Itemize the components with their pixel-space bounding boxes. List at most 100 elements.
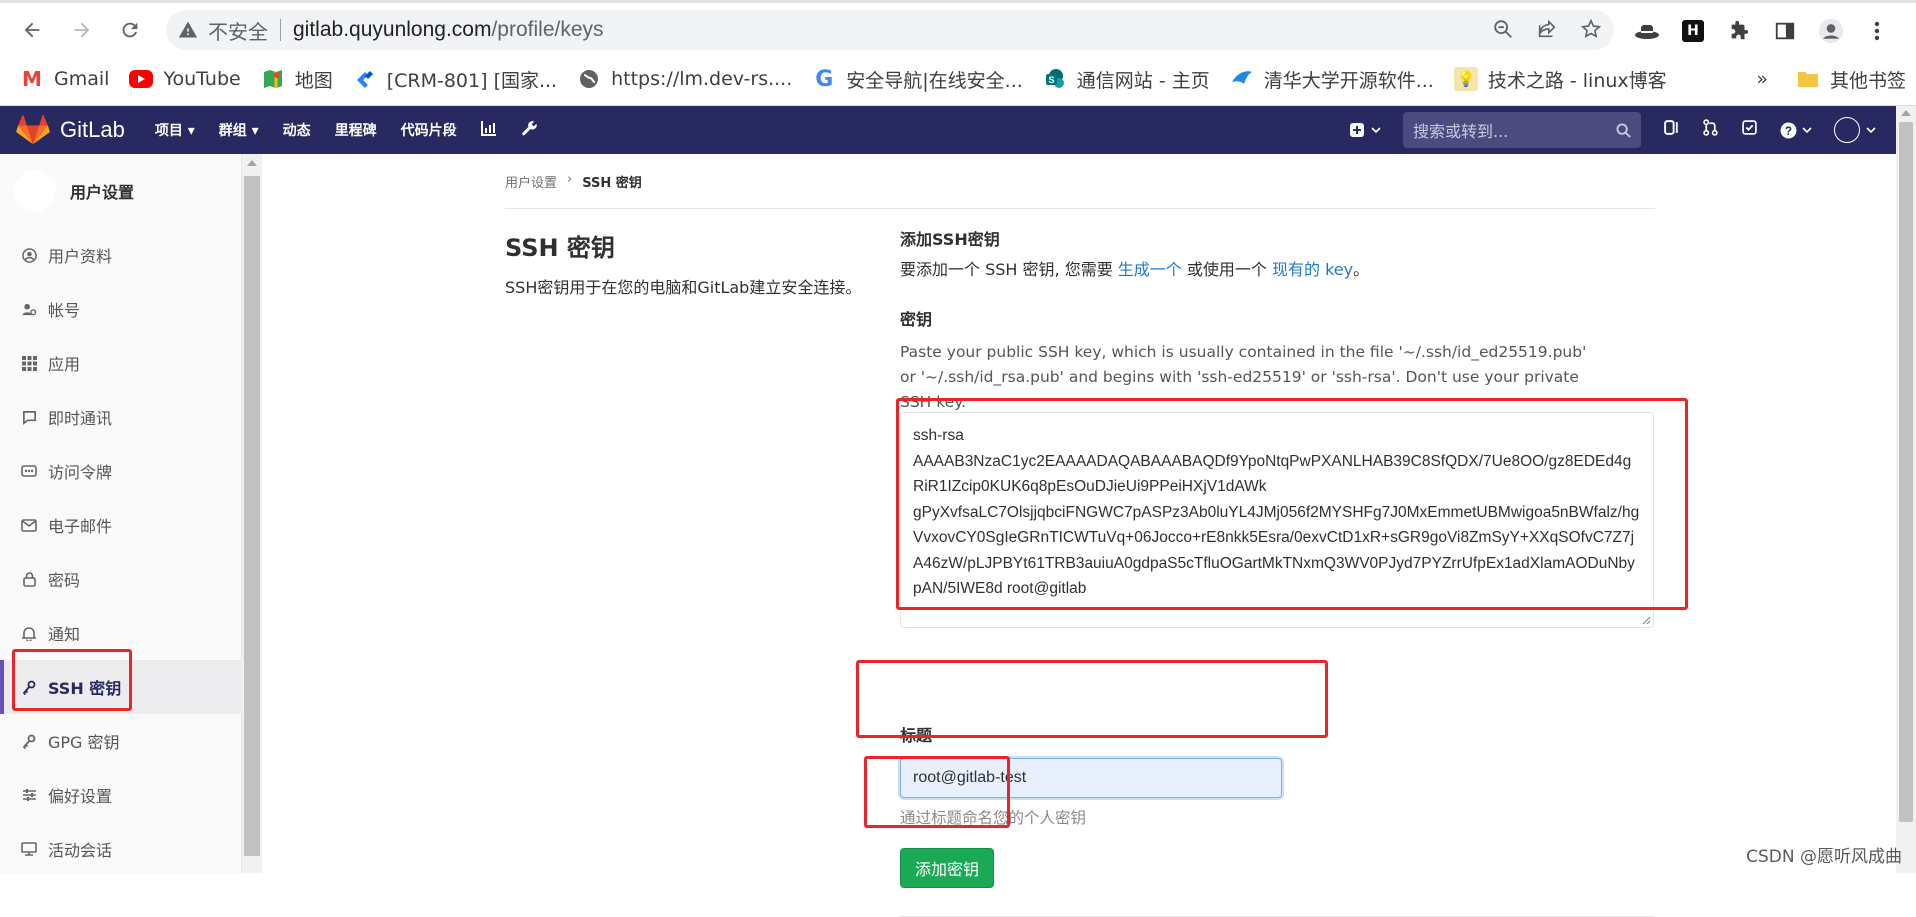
browser-chrome: 不安全 gitlab.quyunlong.com/profile/keys	[0, 0, 1916, 106]
bookmark-star-icon[interactable]	[1580, 18, 1602, 46]
issues-icon[interactable]	[1663, 119, 1680, 141]
bookmark-label: [CRM-801] [国家...	[387, 66, 557, 93]
sidebar-item-active-sessions[interactable]: 活动会话	[0, 822, 242, 876]
sidebar-item-label: 密码	[48, 567, 80, 591]
zoom-icon[interactable]	[1492, 18, 1514, 46]
bookmark-jira[interactable]: [CRM-801] [国家...	[353, 66, 557, 93]
account-icon	[18, 302, 40, 317]
sidebar-item-label: GPG 密钥	[48, 729, 120, 753]
new-item-plus-icon[interactable]	[1349, 122, 1381, 138]
sidebar-scrollbar-thumb[interactable]	[244, 176, 260, 856]
admin-wrench-icon[interactable]	[521, 120, 538, 141]
nav-snippets[interactable]: 代码片段	[401, 120, 457, 140]
sidebar-scrollbar[interactable]	[242, 154, 262, 873]
main-content: 用户设置 › SSH 密钥 SSH 密钥 SSH密钥用于在您的电脑和GitLab…	[262, 154, 1896, 873]
profile-icon	[18, 248, 40, 263]
generate-key-link[interactable]: 生成一个	[1118, 260, 1182, 279]
tab-strip	[0, 0, 1916, 3]
bookmark-label: 地图	[295, 66, 333, 93]
bookmark-tuna[interactable]: 清华大学开源软件...	[1230, 66, 1434, 93]
breadcrumb-ssh-keys[interactable]: SSH 密钥	[582, 172, 642, 191]
sidebar-item-chat[interactable]: 即时通讯	[0, 390, 242, 444]
email-icon	[18, 519, 40, 532]
folder-icon	[1796, 67, 1820, 91]
applications-icon	[18, 356, 40, 371]
url-host: gitlab.quyunlong.com	[293, 18, 491, 41]
reload-icon[interactable]	[114, 14, 146, 46]
more-bookmarks-button[interactable]: »	[1756, 68, 1768, 90]
bookmark-label: https://lm.dev-rs....	[611, 68, 792, 90]
instructions-text-1: 要添加一个 SSH 密钥, 您需要	[900, 260, 1118, 279]
bookmark-google[interactable]: G安全导航|在线安全...	[812, 66, 1023, 93]
merge-requests-icon[interactable]	[1702, 119, 1719, 141]
sidebar-item-label: 帐号	[48, 297, 80, 321]
page-description: SSH密钥用于在您的电脑和GitLab建立安全连接。	[505, 275, 865, 300]
nav-activity[interactable]: 动态	[283, 120, 311, 140]
gitlab-logo-icon[interactable]	[16, 115, 50, 145]
bookmark-label: 通信网站 - 主页	[1077, 66, 1210, 93]
bookmark-sharepoint[interactable]: S 通信网站 - 主页	[1043, 66, 1210, 93]
add-key-button[interactable]: 添加密钥	[900, 848, 994, 888]
help-icon[interactable]: ?	[1780, 122, 1812, 139]
jira-icon	[353, 67, 377, 91]
sidebar-item-password[interactable]: 密码	[0, 552, 242, 606]
sidebar-item-preferences[interactable]: 偏好设置	[0, 768, 242, 822]
sidebar-item-label: 偏好设置	[48, 783, 112, 807]
browser-menu-icon[interactable]	[1864, 18, 1890, 44]
add-key-heading: 添加SSH密钥	[900, 226, 1000, 250]
address-separator	[280, 19, 281, 41]
nav-milestones[interactable]: 里程碑	[335, 120, 377, 140]
sidebar-context-header[interactable]: 用户设置	[14, 170, 134, 212]
bookmark-maps[interactable]: 地图	[261, 66, 333, 93]
sharepoint-icon: S	[1043, 67, 1067, 91]
extensions-puzzle-icon[interactable]	[1726, 18, 1752, 44]
youtube-icon	[129, 70, 153, 88]
sidebar-item-label: 电子邮件	[48, 513, 112, 537]
page-scrollbar[interactable]	[1896, 106, 1916, 873]
page-scrollbar-thumb[interactable]	[1899, 122, 1913, 822]
sidebar-item-label: 活动会话	[48, 837, 112, 861]
breadcrumb-user-settings[interactable]: 用户设置	[505, 172, 557, 191]
side-panel-icon[interactable]	[1772, 18, 1798, 44]
nav-groups[interactable]: 群组 ▾	[219, 120, 259, 140]
todos-icon[interactable]	[1741, 119, 1758, 141]
bookmark-blog[interactable]: 💡技术之路 - linux博客	[1454, 66, 1667, 93]
sidebar-item-account[interactable]: 帐号	[0, 282, 242, 336]
back-icon[interactable]	[16, 14, 48, 46]
bookmark-globe[interactable]: https://lm.dev-rs....	[577, 67, 792, 91]
nav-projects[interactable]: 项目 ▾	[155, 120, 195, 140]
insecure-label: 不安全	[208, 16, 268, 45]
bookmark-label: YouTube	[163, 68, 240, 90]
instructions-text-3: 。	[1353, 260, 1369, 279]
profile-icon[interactable]	[1818, 18, 1844, 44]
sidebar-item-gpg-keys[interactable]: GPG 密钥	[0, 714, 242, 768]
scroll-up-arrow-icon[interactable]	[1901, 110, 1911, 116]
breadcrumb-separator-icon: ›	[567, 172, 572, 191]
bookmark-gmail[interactable]: MGmail	[20, 67, 109, 91]
globe-icon	[577, 67, 601, 91]
bell-icon	[18, 626, 40, 641]
hat-extension-icon[interactable]	[1634, 18, 1660, 44]
other-bookmarks-folder[interactable]: 其他书签	[1796, 66, 1906, 93]
forward-icon[interactable]	[66, 14, 98, 46]
gitlab-brand[interactable]: GitLab	[60, 117, 125, 143]
sidebar-item-profile[interactable]: 用户资料	[0, 228, 242, 282]
share-icon[interactable]	[1536, 18, 1558, 46]
user-avatar-menu[interactable]	[1834, 117, 1876, 143]
svg-text:S: S	[1048, 75, 1054, 85]
h-extension-icon[interactable]: H	[1680, 18, 1706, 44]
address-bar[interactable]: 不安全 gitlab.quyunlong.com/profile/keys	[166, 10, 1614, 50]
sidebar-item-emails[interactable]: 电子邮件	[0, 498, 242, 552]
sidebar-item-applications[interactable]: 应用	[0, 336, 242, 390]
preferences-icon	[18, 788, 40, 802]
sidebar-item-access-tokens[interactable]: 访问令牌	[0, 444, 242, 498]
existing-key-link[interactable]: 现有的 key	[1272, 260, 1353, 279]
resize-handle-icon[interactable]	[1639, 613, 1651, 625]
analytics-chart-icon[interactable]	[481, 120, 497, 140]
avatar	[14, 170, 56, 212]
search-input[interactable]: 搜索或转到...	[1403, 112, 1641, 148]
svg-text:?: ?	[1785, 124, 1792, 137]
tuna-icon	[1230, 67, 1254, 91]
bookmark-youtube[interactable]: YouTube	[129, 68, 240, 90]
scroll-up-arrow-icon[interactable]	[247, 160, 257, 166]
